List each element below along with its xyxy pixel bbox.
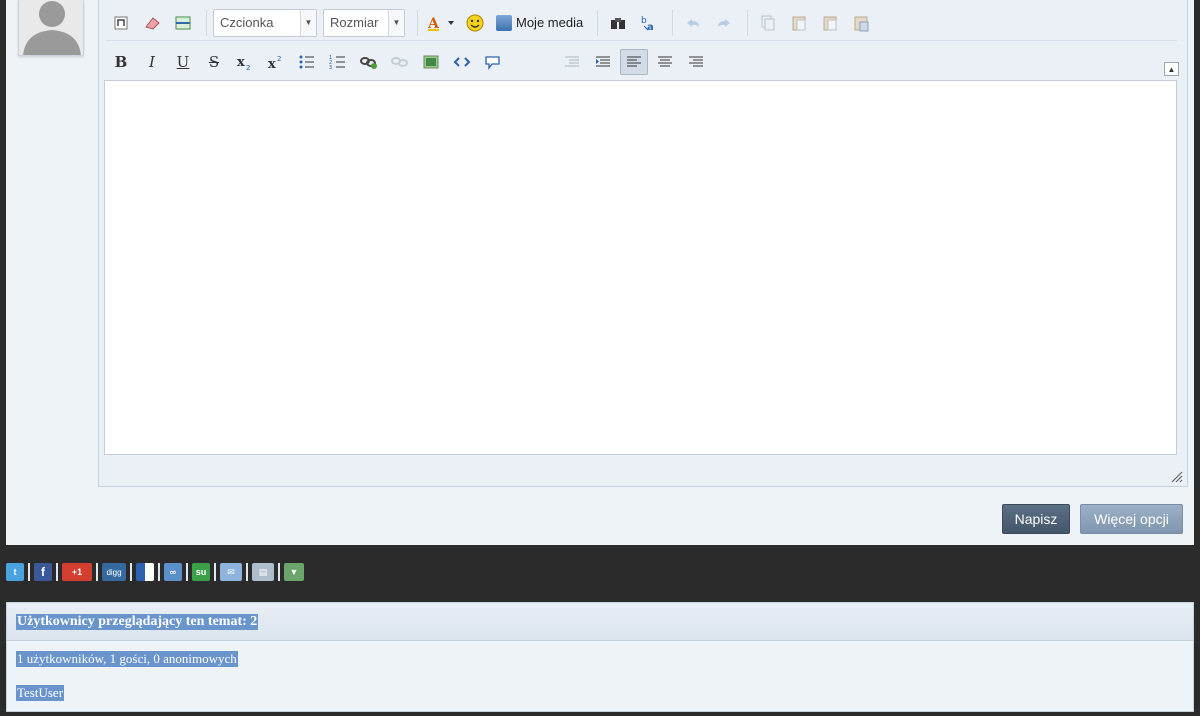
- paste-icon[interactable]: [785, 10, 813, 36]
- stumbleupon-icon[interactable]: su: [192, 563, 210, 581]
- paste-word-icon[interactable]: [847, 10, 875, 36]
- link-icon[interactable]: [355, 49, 383, 75]
- collapse-toolbar-icon[interactable]: ▲: [1164, 62, 1179, 76]
- viewers-panel: Użytkownicy przeglądający ten temat: 2 1…: [6, 602, 1194, 712]
- image-icon[interactable]: [417, 49, 445, 75]
- undo-icon[interactable]: [679, 10, 707, 36]
- svg-text:2: 2: [277, 55, 281, 63]
- share-divider: [214, 563, 216, 581]
- svg-text:3: 3: [329, 65, 332, 70]
- download-icon[interactable]: ▼: [284, 563, 304, 581]
- align-right-icon[interactable]: [682, 49, 710, 75]
- replace-icon[interactable]: ba: [635, 10, 663, 36]
- viewers-header: Użytkownicy przeglądający ten temat: 2: [7, 603, 1193, 641]
- share-divider: [246, 563, 248, 581]
- toolbar-row-1: Czcionka ▼ Rozmiar ▼ A Moje media ba: [107, 5, 1177, 41]
- redo-icon[interactable]: [710, 10, 738, 36]
- source-mode-icon[interactable]: [107, 10, 135, 36]
- delicious-icon[interactable]: [136, 563, 154, 581]
- share-divider: [186, 563, 188, 581]
- share-divider: [96, 563, 98, 581]
- italic-icon[interactable]: I: [138, 49, 166, 75]
- find-icon[interactable]: [604, 10, 632, 36]
- media-icon: [496, 14, 512, 31]
- toolbar-row-2: B I U S x2 x2 123: [107, 44, 1177, 80]
- google-plus-label: +1: [71, 567, 83, 577]
- svg-text:a: a: [647, 22, 654, 32]
- toolbar-separator: [747, 9, 749, 36]
- superscript-icon[interactable]: x2: [262, 49, 290, 75]
- my-media-button[interactable]: Moje media: [492, 10, 587, 36]
- share-divider: [278, 563, 280, 581]
- facebook-icon[interactable]: f: [34, 563, 52, 581]
- bold-icon[interactable]: B: [107, 49, 135, 75]
- font-family-select[interactable]: Czcionka ▼: [213, 8, 317, 37]
- bullet-list-icon[interactable]: [293, 49, 321, 75]
- resize-grip-icon[interactable]: [1169, 469, 1183, 483]
- align-center-icon[interactable]: [651, 49, 679, 75]
- remove-format-icon[interactable]: [138, 10, 166, 36]
- digg-label: digg: [106, 567, 122, 577]
- avatar: [18, 0, 84, 56]
- twitter-icon[interactable]: t: [6, 563, 24, 581]
- code-icon[interactable]: [448, 49, 476, 75]
- my-media-label: Moje media: [516, 15, 584, 30]
- share-divider: [130, 563, 132, 581]
- toolbar-separator: [597, 9, 599, 36]
- more-options-button[interactable]: Więcej opcji: [1080, 504, 1183, 534]
- subscript-icon[interactable]: x2: [231, 49, 259, 75]
- share-divider: [28, 563, 30, 581]
- quote-icon[interactable]: [479, 49, 507, 75]
- share-divider: [56, 563, 58, 581]
- submit-button[interactable]: Napisz: [1002, 504, 1070, 534]
- message-textarea[interactable]: [104, 80, 1177, 455]
- google-plus-icon[interactable]: +1: [62, 563, 92, 581]
- share-bar: t f +1 digg ∞ su ✉ ▤ ▼: [6, 562, 308, 582]
- svg-text:A: A: [427, 16, 440, 31]
- viewers-summary: 1 użytkowników, 1 gości, 0 anonimowych: [16, 651, 238, 667]
- reddit-icon[interactable]: ∞: [164, 563, 182, 581]
- svg-text:x: x: [268, 57, 276, 71]
- stumbleupon-label: su: [195, 567, 207, 577]
- font-size-value: Rozmiar: [330, 15, 379, 30]
- strikethrough-icon[interactable]: S: [200, 49, 228, 75]
- align-left-icon[interactable]: [620, 49, 648, 75]
- numbered-list-icon[interactable]: 123: [324, 49, 352, 75]
- print-icon[interactable]: ▤: [252, 563, 274, 581]
- toolbar-separator: [417, 9, 418, 36]
- digg-icon[interactable]: digg: [102, 563, 126, 581]
- smiley-icon[interactable]: [461, 10, 489, 36]
- chevron-down-icon: ▼: [300, 9, 316, 36]
- indent-icon[interactable]: [589, 49, 617, 75]
- email-icon[interactable]: ✉: [220, 563, 242, 581]
- copy-icon[interactable]: [754, 10, 782, 36]
- text-color-icon[interactable]: A: [424, 10, 458, 36]
- rich-text-editor: Czcionka ▼ Rozmiar ▼ A Moje media ba B I…: [98, 0, 1188, 487]
- svg-text:2: 2: [246, 64, 250, 71]
- horizontal-rule-icon[interactable]: [169, 10, 197, 36]
- svg-text:x: x: [237, 55, 245, 70]
- underline-icon[interactable]: U: [169, 49, 197, 75]
- chevron-down-icon: ▼: [388, 9, 404, 36]
- viewers-user-list[interactable]: TestUser: [16, 685, 65, 701]
- paste-text-icon[interactable]: [816, 10, 844, 36]
- user-silhouette-icon: [19, 0, 83, 55]
- font-size-select[interactable]: Rozmiar ▼: [323, 8, 405, 37]
- outdent-icon[interactable]: [558, 49, 586, 75]
- toolbar-separator: [672, 9, 674, 36]
- share-divider: [158, 563, 160, 581]
- font-family-value: Czcionka: [220, 15, 274, 30]
- unlink-icon[interactable]: [386, 49, 414, 75]
- toolbar-separator: [206, 9, 207, 36]
- viewers-title: Użytkownicy przeglądający ten temat: 2: [16, 613, 259, 630]
